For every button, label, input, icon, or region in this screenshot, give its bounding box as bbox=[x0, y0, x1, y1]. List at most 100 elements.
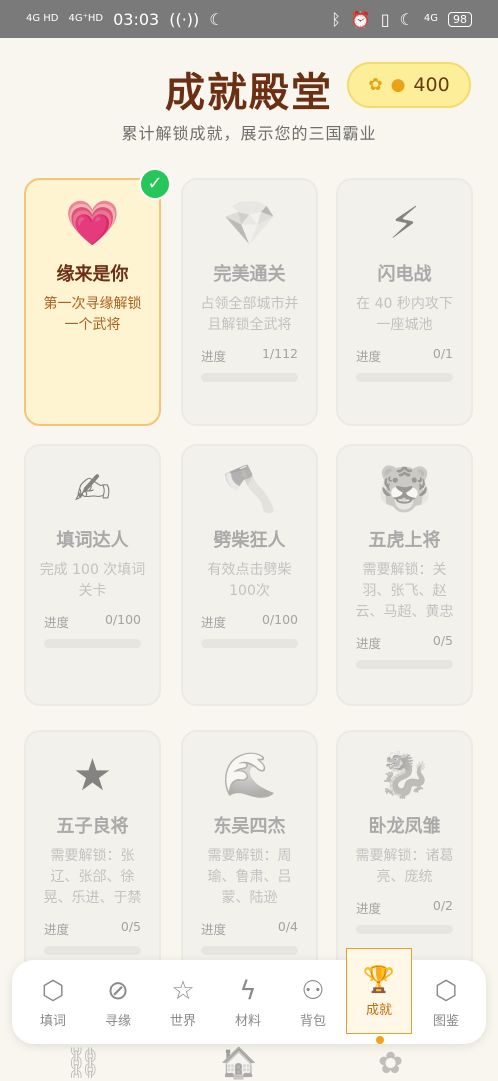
hotspot-icon: ((·)) bbox=[169, 9, 200, 29]
achievement-card[interactable]: ⚡ 闪电战在 40 秒内攻下一座城池进度 0/1 bbox=[336, 178, 473, 426]
progress-label: 进度 bbox=[44, 615, 70, 630]
achievement-card[interactable]: 🐯 五虎上将 需要解锁：关羽、张飞、赵云、马超、黄忠 进度 0/5 bbox=[336, 444, 473, 706]
progress-row: 进度 0/4 bbox=[201, 919, 298, 938]
lightning-icon: ⚡ bbox=[389, 198, 420, 249]
nav-label: 填词 bbox=[39, 1014, 66, 1029]
wave-icon: 🌊 bbox=[222, 750, 277, 801]
heart-icon: 💗 bbox=[65, 198, 120, 249]
progress-bar bbox=[356, 925, 453, 934]
achievement-description: 在 40 秒内攻下一座城池 bbox=[356, 296, 453, 333]
bluetooth-icon: ᛒ bbox=[331, 9, 341, 29]
page-header: 成就殿堂 ✿ ● 400 累计解锁成就，展示您的三国霸业 bbox=[0, 58, 498, 168]
nav-tab-cube[interactable]: ⬡ 填词 bbox=[20, 960, 86, 1044]
star-icon: ★ bbox=[72, 750, 113, 801]
achievement-description: 第一次寻缘解锁一个武将 bbox=[43, 296, 142, 333]
signal-indicator-1: 4G HD bbox=[26, 13, 59, 24]
nav-label: 寻缘 bbox=[104, 1014, 131, 1029]
nav-tab-compass[interactable]: ⊘ 寻缘 bbox=[85, 960, 151, 1044]
progress-value: 0/5 bbox=[120, 919, 141, 934]
trophy-icon: 🏆 bbox=[362, 965, 396, 995]
achievement-description: 需要解锁：诸葛亮、庞统 bbox=[355, 848, 454, 885]
signal-indicator-2: 4G⁺HD bbox=[68, 13, 104, 24]
nav-tab-star-outline[interactable]: ☆ 世界 bbox=[150, 960, 216, 1044]
achievement-card[interactable]: 🪓 劈柴狂人有效点击劈柴100次进度 0/100 bbox=[181, 444, 318, 706]
achievement-description: 占领全部城市并且解锁全武将 bbox=[200, 296, 299, 333]
progress-label: 进度 bbox=[356, 636, 382, 651]
axe-icon: 🪓 bbox=[222, 464, 277, 515]
star-outline-icon: ☆ bbox=[171, 976, 195, 1006]
progress-value: 1/112 bbox=[261, 346, 298, 361]
nav-tab-box[interactable]: ⬡ 图鉴 bbox=[413, 960, 479, 1044]
coins-icon: ⚇ bbox=[301, 976, 325, 1006]
achievement-name: 五子良将 bbox=[56, 816, 129, 837]
moon-icon: ☾ bbox=[209, 9, 224, 29]
house-icon: 🏠 bbox=[220, 1046, 258, 1081]
progress-bar bbox=[356, 373, 453, 382]
progress-bar bbox=[44, 946, 141, 955]
progress-value: 0/2 bbox=[432, 898, 453, 913]
coin-count: 400 bbox=[413, 74, 450, 96]
progress-bar bbox=[201, 373, 298, 382]
progress-value: 0/1 bbox=[432, 346, 453, 361]
active-tab-indicator bbox=[376, 1036, 384, 1044]
progress-row: 进度 0/100 bbox=[201, 612, 298, 631]
achievement-name: 缘来是你 bbox=[56, 264, 129, 285]
progress-bar bbox=[201, 946, 298, 955]
nav-label: 材料 bbox=[234, 1014, 261, 1029]
achievement-name: 劈柴狂人 bbox=[213, 530, 286, 551]
nav-label: 背包 bbox=[299, 1014, 326, 1029]
achievement-card[interactable]: 🌊 东吴四杰需要解锁：周瑜、鲁肃、吕蒙、陆逊进度 0/4 bbox=[181, 730, 318, 992]
bolt-icon: ϟ bbox=[239, 976, 257, 1006]
achievement-name: 填词达人 bbox=[56, 530, 129, 551]
achievement-card[interactable]: ✍ 填词达人完成 100 次填词关卡进度 0/100 bbox=[24, 444, 161, 706]
progress-label: 进度 bbox=[201, 349, 227, 364]
achievement-name: 完美通关 bbox=[213, 264, 286, 285]
achievement-description: 需要解锁：周瑜、鲁肃、吕蒙、陆逊 bbox=[207, 848, 292, 906]
progress-label: 进度 bbox=[44, 922, 70, 937]
chain-icon: ⛓ bbox=[64, 1046, 103, 1081]
progress-row: 进度 1/112 bbox=[201, 346, 298, 365]
progress-value: 0/5 bbox=[432, 633, 453, 648]
progress-row: 进度 0/5 bbox=[356, 633, 453, 652]
nav-tab-bolt[interactable]: ϟ 材料 bbox=[215, 960, 281, 1044]
achievement-description: 需要解锁：关羽、张飞、赵云、马超、黄忠 bbox=[355, 562, 454, 620]
progress-bar bbox=[201, 639, 298, 648]
achievement-description: 完成 100 次填词关卡 bbox=[39, 562, 146, 599]
battery-indicator: 98 bbox=[448, 11, 472, 27]
progress-row: 进度 0/2 bbox=[356, 898, 453, 917]
flower-icon: ✿ bbox=[378, 1046, 404, 1081]
compass-icon: ⊘ bbox=[107, 976, 129, 1006]
cube-icon: ⬡ bbox=[41, 976, 65, 1006]
achievement-card[interactable]: 💗 缘来是你 第一次寻缘解锁一个武将 ✓ bbox=[24, 168, 171, 426]
progress-label: 进度 bbox=[201, 922, 227, 937]
achievement-card[interactable]: ★ 五子良将 需要解锁：张辽、张郃、徐晃、乐进、于禁 进度 0/5 bbox=[24, 730, 161, 992]
coins-icon: ● bbox=[390, 75, 406, 95]
achievement-name: 闪电战 bbox=[377, 264, 432, 285]
achievement-description: 有效点击劈柴100次 bbox=[207, 562, 292, 599]
achievement-card[interactable]: 💎 完美通关占领全部城市并且解锁全武将进度 1/112 bbox=[181, 178, 318, 426]
progress-value: 0/100 bbox=[104, 612, 141, 627]
diamond-icon: 💎 bbox=[222, 198, 277, 249]
nav-label: 世界 bbox=[169, 1014, 196, 1029]
nav-tab-coins[interactable]: ⚇ 背包 bbox=[280, 960, 346, 1044]
progress-row: 进度 0/1 bbox=[356, 346, 453, 365]
flower-icon: ✿ bbox=[368, 75, 383, 95]
writing-hand-icon: ✍ bbox=[74, 464, 111, 515]
vibrate-icon: ▯ bbox=[380, 9, 390, 29]
progress-bar bbox=[44, 639, 141, 648]
achievement-name: 东吴四杰 bbox=[213, 816, 286, 837]
nav-tab-trophy[interactable]: 🏆 成就 bbox=[346, 948, 412, 1034]
progress-row: 进度 0/5 bbox=[44, 919, 141, 938]
page-title: 成就殿堂 bbox=[165, 70, 333, 116]
nav-label: 图鉴 bbox=[432, 1014, 459, 1029]
coin-balance[interactable]: ✿ ● 400 bbox=[347, 62, 471, 108]
progress-label: 进度 bbox=[356, 901, 382, 916]
achievement-name: 卧龙凤雏 bbox=[368, 816, 441, 837]
moon-icon: ☾ bbox=[399, 9, 414, 29]
progress-value: 0/100 bbox=[261, 612, 298, 627]
page-subtitle: 累计解锁成就，展示您的三国霸业 bbox=[121, 124, 377, 143]
tiger-icon: 🐯 bbox=[377, 464, 432, 515]
progress-row: 进度 0/100 bbox=[44, 612, 141, 631]
progress-bar bbox=[356, 660, 453, 669]
status-bar: 4G HD 4G⁺HD 03:03 ((·)) ☾ ᛒ ⏰ ▯ ☾ 4G 98 bbox=[0, 0, 498, 38]
